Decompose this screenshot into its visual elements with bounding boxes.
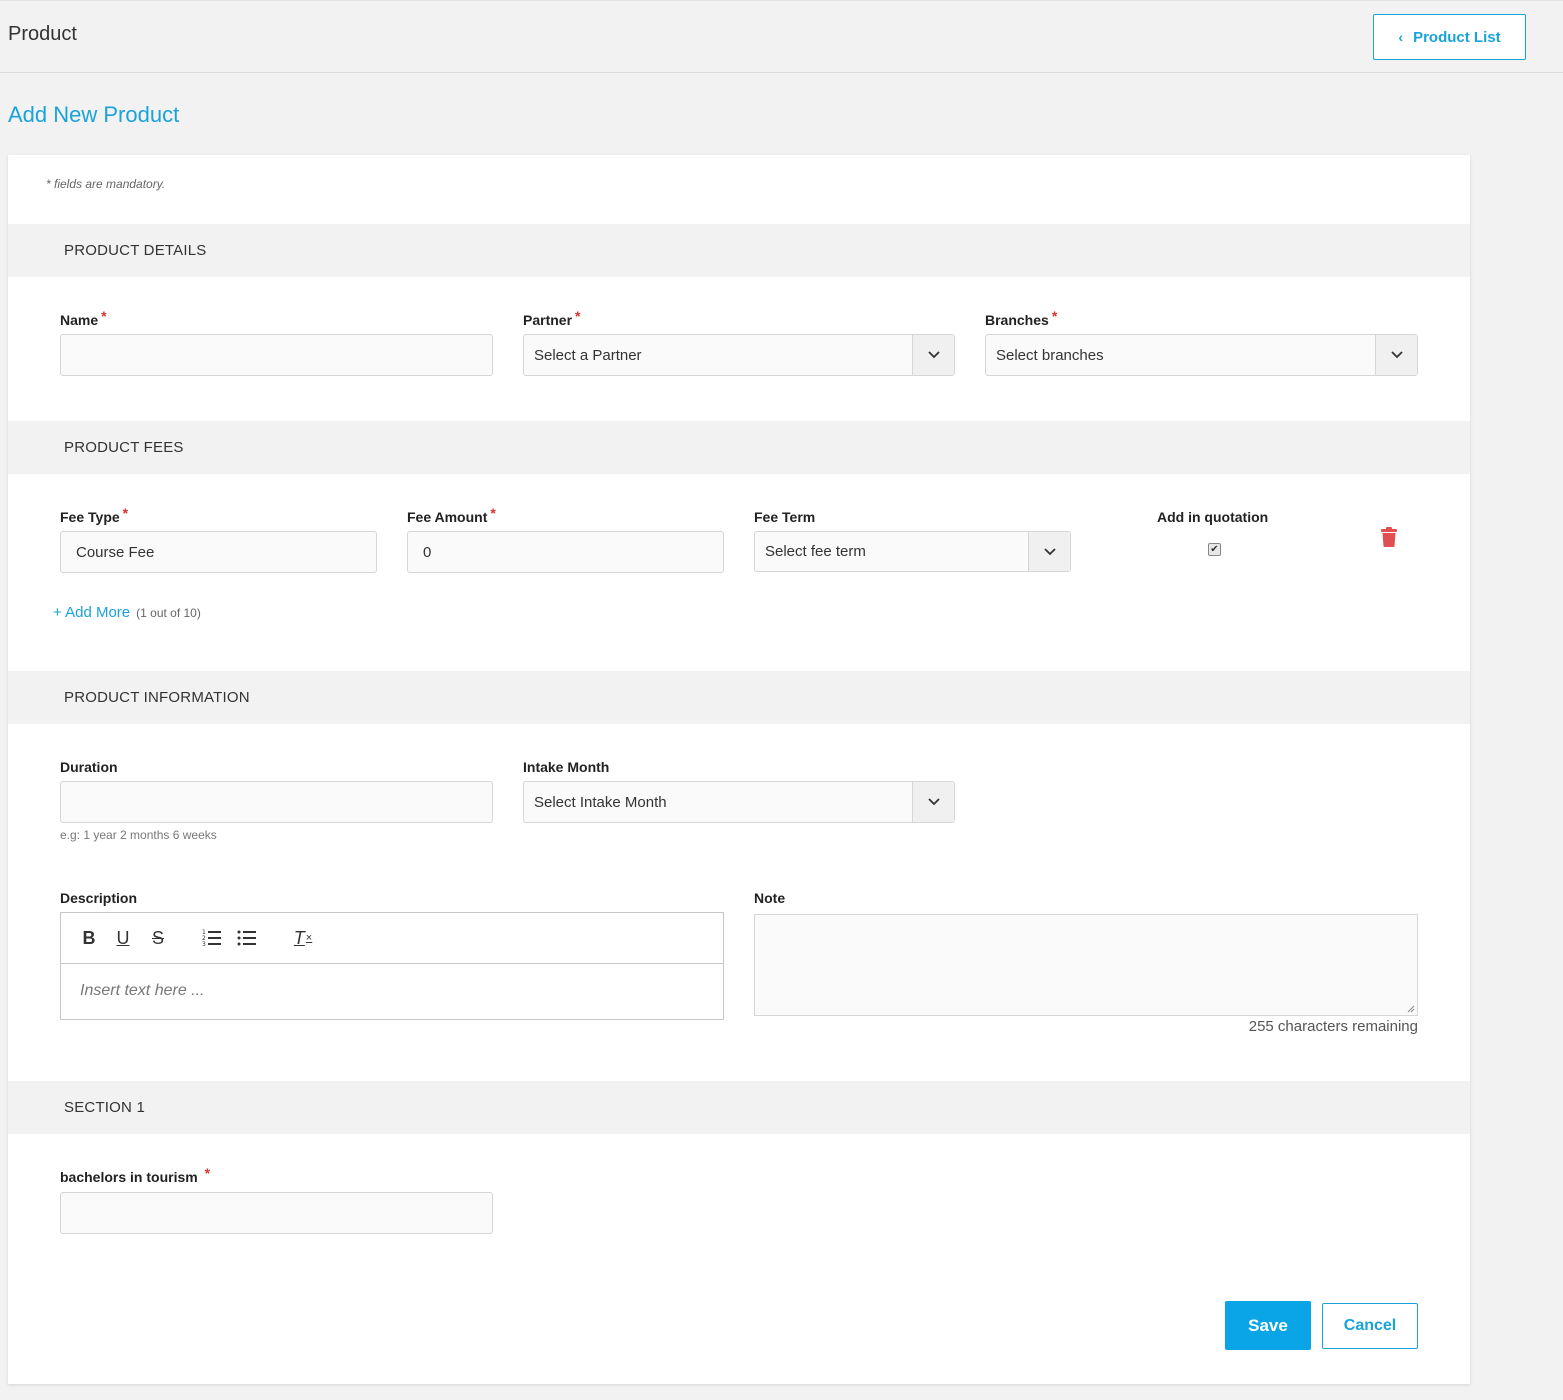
partner-label: Partner * (523, 308, 581, 328)
intake-month-select[interactable]: Select Intake Month (523, 781, 955, 823)
add-in-quotation-label: Add in quotation (1157, 509, 1269, 525)
required-mark: * (122, 505, 129, 521)
chevron-down-icon (912, 782, 954, 822)
required-mark: * (101, 308, 107, 324)
product-form-card: * fields are mandatory. PRODUCT DETAILS … (8, 155, 1470, 1384)
bachelors-in-tourism-label: bachelors in tourism * (60, 1165, 211, 1185)
fee-type-label: Fee Type * (60, 505, 129, 525)
add-more-label: + Add More (53, 604, 131, 621)
product-list-label: Product List (1413, 28, 1501, 46)
cancel-button[interactable]: Cancel (1322, 1303, 1418, 1349)
resize-grip-icon[interactable] (1407, 1005, 1415, 1013)
mandatory-note: * fields are mandatory. (46, 177, 166, 191)
section-header-product-details: PRODUCT DETAILS (8, 224, 1470, 277)
description-editor: B U S 1 2 3 T × Insert text here ... (60, 912, 724, 1020)
branches-label: Branches * (985, 308, 1058, 328)
page-heading: Add New Product (8, 102, 180, 127)
clear-format-icon[interactable]: T × (292, 927, 314, 949)
bold-icon[interactable]: B (81, 927, 97, 949)
save-button[interactable]: Save (1225, 1301, 1311, 1350)
underline-icon[interactable]: U (115, 927, 131, 949)
name-input[interactable] (60, 334, 493, 376)
ordered-list-icon[interactable]: 1 2 3 (202, 928, 222, 948)
fee-term-label: Fee Term (754, 509, 816, 525)
strikethrough-icon[interactable]: S (150, 927, 166, 949)
add-more-link[interactable]: + Add More (1 out of 10) (53, 604, 201, 621)
fee-amount-input[interactable]: 0 (407, 531, 724, 573)
svg-text:3: 3 (202, 941, 206, 948)
top-bar: Product ‹ Product List (0, 0, 1563, 73)
branches-select-value: Select branches (996, 346, 1104, 364)
duration-hint: e.g: 1 year 2 months 6 weeks (60, 828, 217, 842)
product-list-button[interactable]: ‹ Product List (1373, 14, 1526, 60)
required-mark: * (1051, 308, 1058, 324)
section-header-product-fees: PRODUCT FEES (8, 421, 1470, 474)
fee-amount-label: Fee Amount * (407, 505, 496, 525)
intake-month-label: Intake Month (523, 759, 610, 775)
fee-term-select[interactable]: Select fee term (754, 531, 1071, 572)
add-in-quotation-checkbox[interactable]: ✔ (1208, 543, 1221, 556)
chevron-down-icon (912, 335, 954, 375)
chevron-left-icon: ‹ (1398, 29, 1404, 45)
description-input[interactable]: Insert text here ... (61, 964, 723, 1018)
description-label: Description (60, 890, 138, 906)
chevron-down-icon (1375, 335, 1417, 375)
trash-icon[interactable] (1381, 527, 1397, 547)
note-label: Note (754, 890, 786, 906)
fee-term-select-value: Select fee term (765, 543, 866, 560)
note-textarea[interactable] (754, 914, 1418, 1016)
bachelors-in-tourism-input[interactable] (60, 1192, 493, 1234)
partner-select[interactable]: Select a Partner (523, 334, 955, 376)
section-header-section-1: SECTION 1 (8, 1081, 1470, 1134)
editor-toolbar: B U S 1 2 3 T × (61, 913, 723, 964)
required-mark: * (490, 505, 496, 521)
page-section-title: Product (8, 23, 77, 45)
bullet-list-icon[interactable] (237, 928, 257, 948)
duration-input[interactable] (60, 781, 493, 823)
branches-select[interactable]: Select branches (985, 334, 1418, 376)
partner-select-value: Select a Partner (534, 346, 642, 364)
fee-type-input[interactable]: Course Fee (60, 531, 377, 573)
note-characters-remaining: 255 characters remaining (1248, 1018, 1418, 1035)
intake-month-select-value: Select Intake Month (534, 793, 667, 811)
section-header-product-information: PRODUCT INFORMATION (8, 671, 1470, 724)
required-mark: * (575, 308, 581, 324)
chevron-down-icon (1028, 532, 1070, 571)
required-mark: * (204, 1165, 211, 1181)
duration-label: Duration (60, 759, 118, 775)
add-more-count: (1 out of 10) (136, 606, 201, 620)
name-label: Name * (60, 308, 107, 328)
